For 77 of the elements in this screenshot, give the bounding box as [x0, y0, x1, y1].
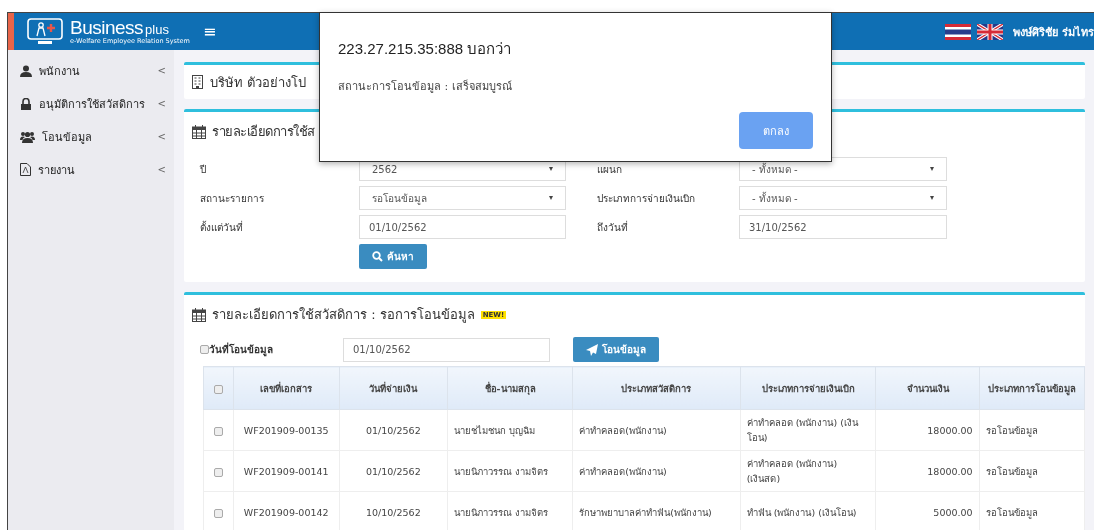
uk-flag-icon[interactable] [977, 23, 1004, 40]
thai-flag-icon[interactable] [945, 23, 972, 40]
table-cell: 18000.00 [876, 450, 980, 492]
dropdown-arrow-icon [930, 196, 934, 200]
user-icon [20, 64, 32, 77]
brand-suffix: plus [145, 23, 169, 37]
paper-plane-icon [586, 343, 598, 356]
table-cell: ค่าทำคลอด (พนักงาน) (เงินโอน) [740, 409, 876, 451]
dropdown-arrow-icon [930, 167, 934, 171]
field-label: แผนก [597, 162, 623, 177]
user-name[interactable]: พงษ์ศิริชัย ร่มไทร [1013, 22, 1094, 41]
column-header: ประเภทสวัสดิการ [572, 366, 741, 410]
column-header: เลขที่เอกสาร [233, 366, 340, 410]
brand-name: Business [70, 18, 144, 38]
sidebar-label: โอนข้อมูล [42, 129, 93, 146]
dropdown-arrow-icon [549, 167, 553, 171]
row-checkbox[interactable] [213, 467, 223, 477]
sidebar-label: พนักงาน [39, 63, 81, 80]
pdf-file-icon [20, 163, 31, 176]
chevron-icon: < [157, 98, 166, 109]
table-cell: รอโอนข้อมูล [979, 409, 1085, 451]
row-checkbox[interactable] [213, 508, 223, 518]
sidebar-label: รายงาน [38, 162, 76, 179]
search-icon [372, 251, 383, 262]
sidebar-label: อนุมัติการใช้สวัสดิการ [39, 96, 146, 113]
date-field[interactable]: 31/10/2562 [739, 215, 947, 239]
sidebar-item[interactable]: อนุมัติการใช้สวัสดิการ < [8, 87, 174, 120]
lock-icon [20, 97, 32, 110]
users-icon [20, 130, 35, 143]
monitor-logo-icon [26, 17, 64, 46]
column-header: ประเภทการโอนข้อมูล [979, 366, 1085, 410]
column-header: จำนวนเงิน [876, 366, 980, 410]
table-cell: นายนิภาวรรณ งามจิตร [447, 450, 573, 492]
chevron-icon: < [157, 164, 166, 175]
calendar-icon [192, 124, 206, 139]
field-label: สถานะรายการ [200, 191, 265, 206]
sidebar-item[interactable]: โอนข้อมูล < [8, 120, 174, 153]
dropdown-arrow-icon [549, 196, 553, 200]
table-cell: นายชไมชนก บุญฉิม [447, 409, 573, 451]
table-cell: ค่าทำคลอด (พนักงาน) (เงินสด) [740, 450, 876, 492]
sidebar-item[interactable]: พนักงาน < [8, 54, 174, 87]
table-cell: รอโอนข้อมูล [979, 450, 1085, 492]
table-cell: ค่าทำคลอด(พนักงาน) [572, 450, 741, 492]
column-header: ชื่อ-นามสกุล [447, 366, 573, 410]
company-name: บริษัท ตัวอย่างโป [210, 73, 307, 92]
dropdown[interactable]: รอโอนข้อมูล [359, 186, 566, 210]
sidebar-item[interactable]: รายงาน < [8, 153, 174, 186]
menu-button[interactable]: ≡ [199, 22, 221, 41]
search-button[interactable]: ค้นหา [359, 244, 427, 269]
field-label: ตั้งแต่วันที่ [200, 219, 244, 235]
panel-title: รายละเอียดการใช้ส [212, 123, 315, 141]
transfer-button[interactable]: โอนข้อมูล [573, 337, 659, 362]
field-label: ปี [200, 162, 207, 177]
table-cell: 01/10/2562 [339, 409, 448, 451]
panel-title: รายละเอียดการใช้สวัสดิการ : รอการโอนข้อมูล [212, 306, 475, 325]
table-cell: 01/10/2562 [339, 450, 448, 492]
transfer-date-label: วันที่โอนข้อมูล [209, 342, 273, 357]
table-cell: WF201909-00141 [233, 450, 340, 492]
dialog-message: สถานะการโอนข้อมูล : เสร็จสมบูรณ์ [338, 78, 513, 95]
dropdown[interactable]: - ทั้งหมด - [739, 186, 947, 210]
checkbox[interactable] [200, 345, 209, 354]
chevron-icon: < [157, 131, 166, 142]
field-label: ประเภทการจ่ายเงินเบิก [597, 191, 696, 206]
column-header: วันที่จ่ายเงิน [339, 366, 448, 410]
table-cell: ค่าทำคลอด(พนักงาน) [572, 409, 741, 451]
date-field[interactable]: 01/10/2562 [359, 215, 566, 239]
calendar-icon [192, 307, 206, 322]
row-checkbox[interactable] [213, 426, 223, 436]
column-header: ประเภทการจ่ายเงินเบิก [740, 366, 876, 410]
table-cell: WF201909-00135 [233, 409, 340, 451]
select-all-checkbox[interactable] [213, 384, 223, 394]
date-field[interactable]: 01/10/2562 [343, 337, 550, 362]
field-label: ถึงวันที่ [597, 219, 629, 235]
chevron-icon: < [157, 65, 166, 76]
table-cell: 18000.00 [876, 409, 980, 451]
building-icon [192, 75, 203, 89]
dialog-title: 223.27.215.35:888 บอกว่า [338, 39, 513, 59]
